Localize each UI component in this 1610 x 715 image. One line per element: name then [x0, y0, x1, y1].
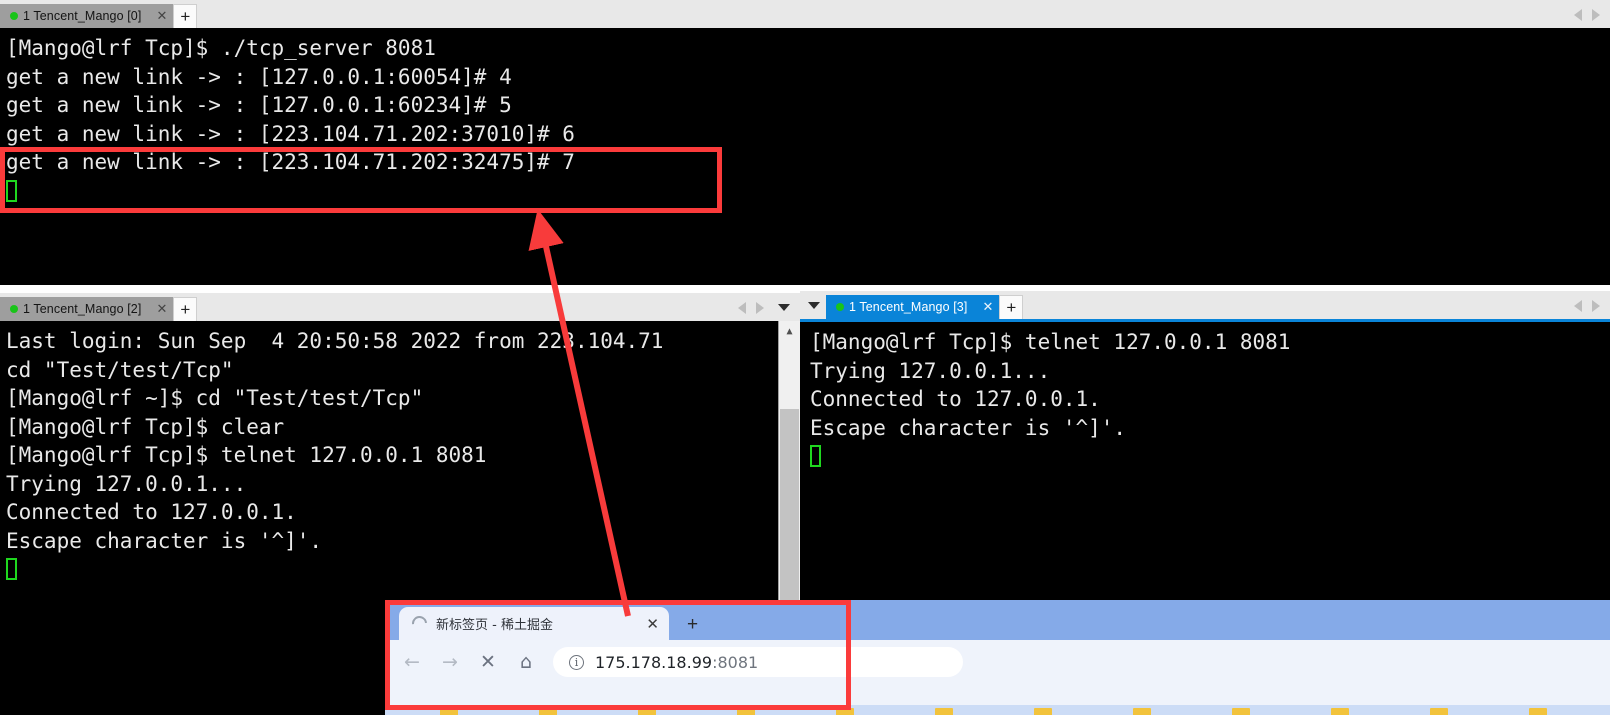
terminal-tab-label: 1 Tencent_Mango [0] — [23, 9, 142, 23]
address-bar[interactable]: i 175.178.18.99:8081 — [553, 647, 963, 677]
chevron-right-icon[interactable] — [1592, 299, 1600, 312]
bookmark-icon[interactable] — [440, 708, 458, 715]
new-tab-button[interactable]: + — [173, 297, 198, 321]
browser-tab[interactable]: 新标签页 - 稀土掘金 ✕ — [399, 607, 669, 640]
terminal-line: [Mango@lrf Tcp]$ telnet 127.0.0.1 8081 — [810, 330, 1291, 354]
bookmark-icon[interactable] — [1430, 708, 1448, 715]
green-dot-icon — [10, 305, 18, 313]
terminal-cursor — [6, 558, 17, 580]
bookmark-icon[interactable] — [836, 708, 854, 715]
terminal-line: get a new link -> : [127.0.0.1:60234]# 5 — [6, 93, 512, 117]
browser-content-area — [385, 684, 1610, 705]
terminal-cursor-line — [6, 555, 800, 584]
terminal-cursor-line — [6, 177, 1610, 206]
tab-menu-left — [800, 295, 826, 319]
terminal-line: [Mango@lrf Tcp]$ clear — [6, 414, 285, 439]
home-icon[interactable]: ⌂ — [507, 645, 545, 679]
chevron-right-icon[interactable] — [756, 301, 764, 314]
terminal-line: Connected to 127.0.0.1. — [810, 387, 1101, 411]
browser-tab-title: 新标签页 - 稀土掘金 — [436, 618, 553, 633]
url-port: :8081 — [712, 652, 759, 672]
chevron-left-icon[interactable] — [1574, 299, 1582, 312]
terminal-line: Trying 127.0.0.1... — [6, 471, 247, 496]
terminal-line: [Mango@lrf Tcp]$ telnet 127.0.0.1 8081 — [6, 443, 487, 467]
tab-nav-arrows — [738, 297, 800, 321]
close-icon[interactable]: ✕ — [982, 299, 993, 315]
stop-loading-icon[interactable]: ✕ — [469, 645, 507, 679]
chevron-down-icon[interactable] — [778, 304, 790, 311]
tabstrip-top: 1 Tencent_Mango [0] ✕ + — [0, 0, 1610, 28]
terminal-tab-label: 1 Tencent_Mango [2] — [23, 302, 142, 316]
terminal-tab-0[interactable]: 1 Tencent_Mango [0] ✕ — [0, 4, 174, 28]
terminal-line: get a new link -> : [223.104.71.202:3247… — [6, 150, 575, 174]
terminal-line: Escape character is '^]'. — [810, 415, 1127, 440]
bookmark-icon[interactable] — [1529, 708, 1547, 715]
terminal-lines-top: [Mango@lrf Tcp]$ ./tcp_server 8081 get a… — [0, 28, 1610, 205]
terminal-line: Trying 127.0.0.1... — [810, 358, 1051, 383]
info-circle-icon[interactable]: i — [569, 654, 584, 670]
tabstrip-bottom-left: 1 Tencent_Mango [2] ✕ + — [0, 293, 800, 321]
browser-window: 新标签页 - 稀土掘金 ✕ + ← → ✕ ⌂ i 175.178.18.99:… — [385, 600, 1610, 715]
tabstrip-filler — [197, 297, 738, 321]
browser-titlebar: 新标签页 - 稀土掘金 ✕ + — [385, 600, 1610, 640]
terminal-line: Escape character is '^]'. — [6, 528, 323, 553]
address-bar-url: 175.178.18.99:8081 — [595, 653, 758, 672]
terminal-window-top: 1 Tencent_Mango [0] ✕ + [Mango@lrf Tcp]$… — [0, 0, 1610, 285]
terminal-cursor — [810, 445, 821, 467]
terminal-line: get a new link -> : [223.104.71.202:3701… — [6, 121, 575, 146]
browser-toolbar: ← → ✕ ⌂ i 175.178.18.99:8081 — [385, 640, 1610, 684]
chevron-down-icon[interactable] — [808, 302, 820, 309]
terminal-lines-bottom-left: Last login: Sun Sep 4 20:50:58 2022 from… — [0, 321, 800, 584]
tab-nav-arrows — [1574, 4, 1610, 28]
new-tab-button[interactable]: + — [999, 295, 1024, 319]
terminal-line: [Mango@lrf Tcp]$ ./tcp_server 8081 — [6, 36, 436, 60]
terminal-line: Last login: Sun Sep 4 20:50:58 2022 from… — [6, 329, 664, 353]
bookmark-icon[interactable] — [638, 708, 656, 715]
arrow-left-icon[interactable]: ← — [393, 645, 431, 679]
browser-tab-row: 新标签页 - 稀土掘金 ✕ + — [385, 600, 1610, 640]
scroll-up-icon[interactable]: ▲ — [779, 321, 800, 341]
terminal-lines-bottom-right: [Mango@lrf Tcp]$ telnet 127.0.0.1 8081 T… — [800, 322, 1610, 471]
terminal-tab-2[interactable]: 1 Tencent_Mango [2] ✕ — [0, 297, 174, 321]
tabstrip-filler — [1023, 295, 1574, 319]
terminal-cursor — [6, 179, 17, 202]
green-dot-icon — [10, 12, 18, 20]
terminal-cursor-line — [810, 442, 1610, 471]
url-host: 175.178.18.99 — [595, 652, 713, 672]
chevron-left-icon[interactable] — [738, 301, 746, 314]
tabstrip-filler — [197, 4, 1574, 28]
bookmark-icon[interactable] — [539, 708, 557, 715]
browser-bookmarks-bar — [385, 705, 1610, 715]
green-dot-icon — [836, 303, 844, 311]
chevron-right-icon[interactable] — [1592, 8, 1600, 21]
bookmark-icon[interactable] — [737, 708, 755, 715]
terminal-tab-label: 1 Tencent_Mango [3] — [849, 300, 968, 314]
new-tab-button[interactable]: + — [173, 4, 198, 28]
close-icon[interactable]: ✕ — [156, 8, 167, 24]
terminal-tab-3[interactable]: 1 Tencent_Mango [3] ✕ — [826, 295, 1000, 319]
loading-spinner-icon — [408, 612, 431, 635]
bookmark-icon[interactable] — [1034, 708, 1052, 715]
browser-new-tab-button[interactable]: + — [687, 615, 698, 634]
chevron-left-icon[interactable] — [1574, 8, 1582, 21]
tabstrip-bottom-right: 1 Tencent_Mango [3] ✕ + — [800, 291, 1610, 319]
screen-root: 1 Tencent_Mango [0] ✕ + [Mango@lrf Tcp]$… — [0, 0, 1610, 715]
bookmark-icon[interactable] — [935, 708, 953, 715]
bookmark-icon[interactable] — [1232, 708, 1250, 715]
close-icon[interactable]: ✕ — [646, 615, 659, 633]
bookmark-icon[interactable] — [1133, 708, 1151, 715]
terminal-line: cd "Test/test/Tcp" — [6, 357, 234, 382]
bookmark-icon[interactable] — [1331, 708, 1349, 715]
terminal-line: [Mango@lrf ~]$ cd "Test/test/Tcp" — [6, 386, 424, 410]
terminal-line: get a new link -> : [127.0.0.1:60054]# 4 — [6, 64, 512, 89]
terminal-line: Connected to 127.0.0.1. — [6, 500, 297, 524]
tab-nav-arrows — [1574, 295, 1610, 319]
arrow-right-icon[interactable]: → — [431, 645, 469, 679]
terminal-output-top[interactable]: [Mango@lrf Tcp]$ ./tcp_server 8081 get a… — [0, 28, 1610, 285]
close-icon[interactable]: ✕ — [156, 301, 167, 317]
